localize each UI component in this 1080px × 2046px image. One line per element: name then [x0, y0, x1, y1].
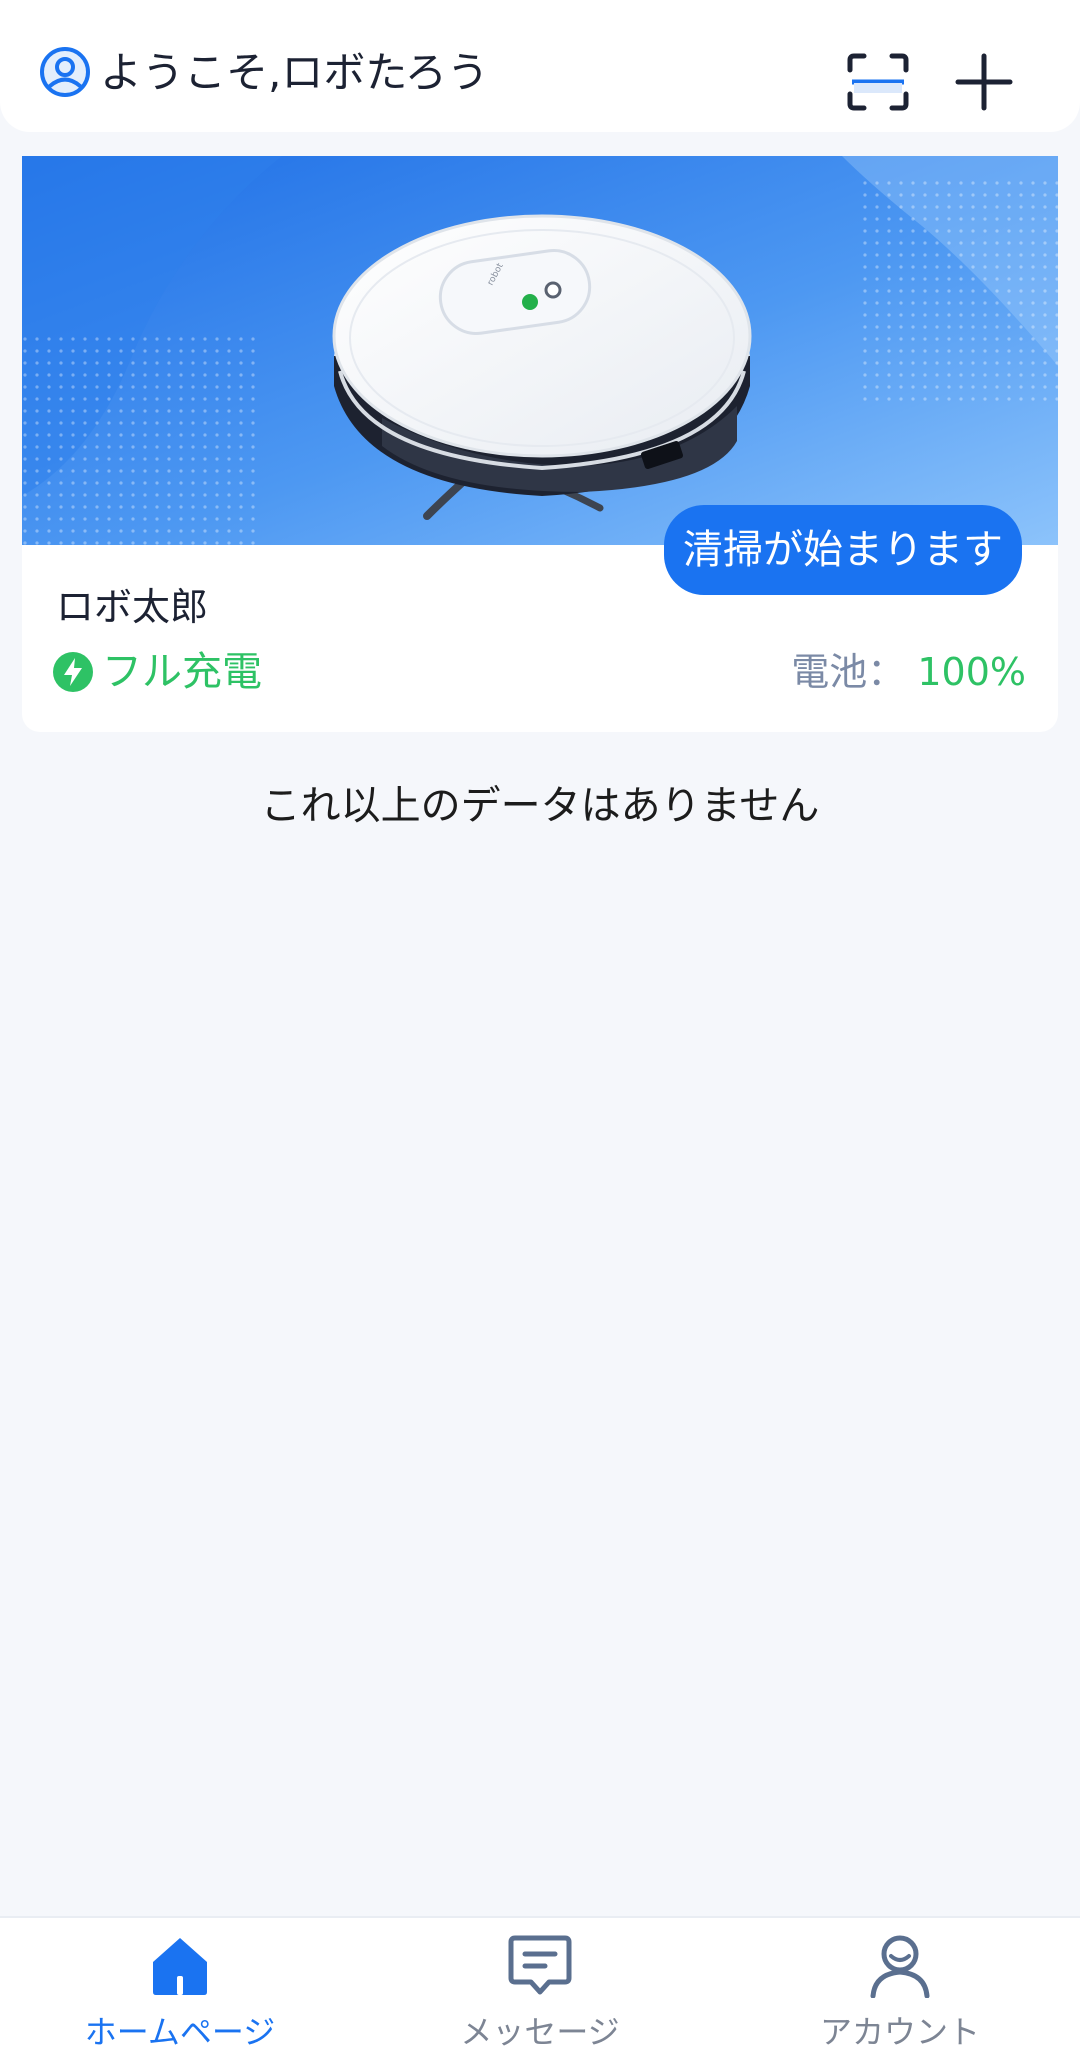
account-icon: [870, 1935, 930, 1998]
lightning-bolt-icon: [53, 652, 93, 692]
plus-icon[interactable]: [954, 52, 1014, 112]
tab-messages-label: メッセージ: [460, 2013, 620, 2046]
battery-label: 電池：: [791, 650, 906, 694]
charge-status-label: フル充電: [102, 649, 262, 695]
no-more-data-text: これ以上のデータはありません: [260, 783, 820, 829]
home-icon: [153, 1938, 207, 1995]
bottom-tab-bar: ホームページ メッセージ アカウント: [0, 1916, 1080, 2046]
tab-messages[interactable]: メッセージ: [410, 1918, 670, 2046]
tab-account[interactable]: アカウント: [770, 1918, 1030, 2046]
battery-value: 100%: [917, 650, 1026, 694]
charge-status: フル充電: [52, 646, 262, 698]
user-circle-icon[interactable]: [38, 45, 92, 99]
tab-home[interactable]: ホームページ: [50, 1918, 310, 2046]
scan-icon[interactable]: [846, 52, 910, 112]
home-screen: ようこそ,ロボたろう robot 清掃が始まります ロボ太郎 フル充電 電池： …: [0, 0, 1080, 2046]
tab-account-label: アカウント: [819, 2013, 980, 2046]
start-cleaning-button[interactable]: 清掃が始まります: [664, 505, 1022, 595]
tab-home-label: ホームページ: [84, 2013, 276, 2046]
device-card[interactable]: robot 清掃が始まります ロボ太郎 フル充電 電池： 100%: [22, 156, 1058, 732]
message-icon: [508, 1935, 572, 1995]
battery-level: 電池： 100%: [791, 646, 1026, 698]
device-name: ロボ太郎: [56, 585, 209, 629]
robot-banner-image: robot: [22, 156, 1058, 545]
top-header: ようこそ,ロボたろう: [0, 0, 1080, 132]
welcome-text: ようこそ,ロボたろう: [100, 48, 489, 97]
